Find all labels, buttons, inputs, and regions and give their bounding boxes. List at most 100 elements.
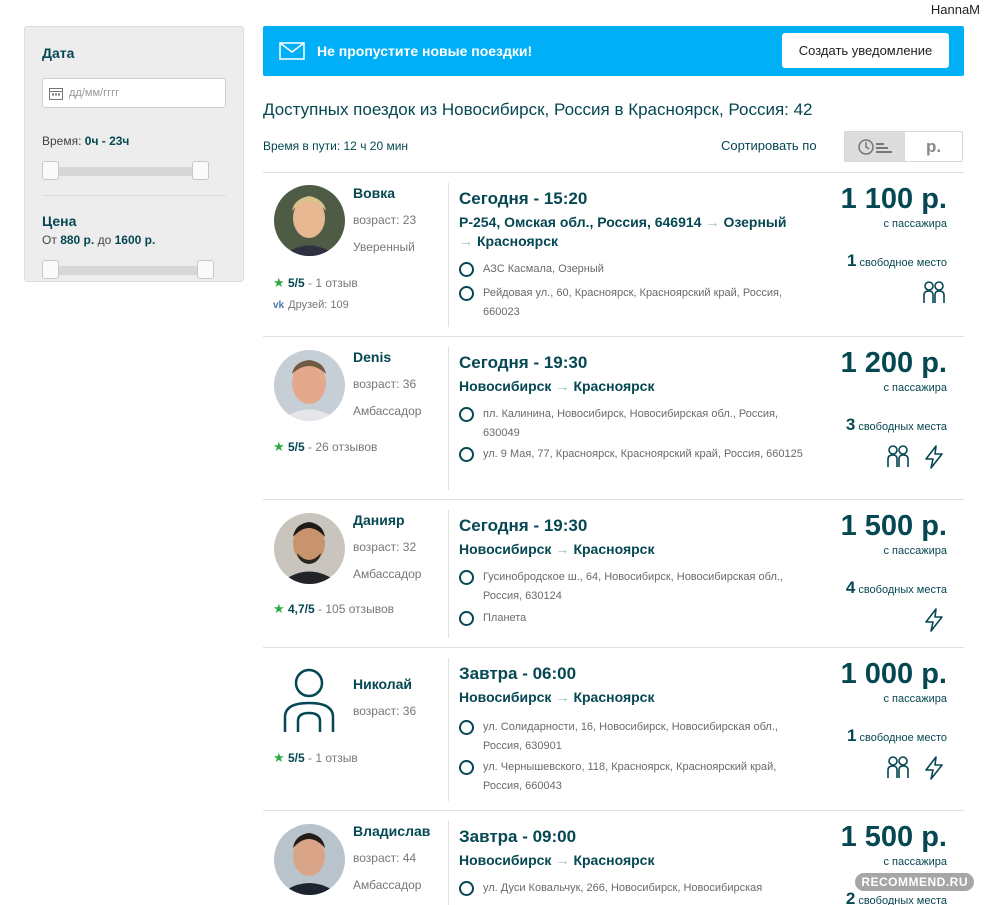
- trip-card[interactable]: Данияр возраст: 32 Амбассадор ★ 4,7/5 - …: [263, 499, 964, 647]
- driver-name: Николай: [353, 676, 413, 692]
- divider: [448, 183, 449, 327]
- trip-price: 1 000 р.: [840, 658, 947, 690]
- trip-price: 1 500 р.: [840, 821, 947, 853]
- arrow-right-icon: →: [705, 214, 720, 230]
- time-slider-max-handle[interactable]: [192, 161, 209, 180]
- date-placeholder: дд/мм/гггг: [69, 87, 120, 99]
- circle-icon: [459, 611, 474, 626]
- star-icon: ★: [273, 275, 285, 290]
- price-range-label: От 880 р. до 1600 р.: [42, 233, 156, 247]
- arrow-right-icon: →: [555, 689, 570, 705]
- dropoff-point: Планета: [459, 609, 809, 628]
- driver-name: Denis: [353, 349, 392, 365]
- circle-icon: [459, 760, 474, 775]
- star-icon: ★: [273, 439, 285, 454]
- sort-label: Сортировать по: [721, 138, 817, 153]
- trip-features: [921, 607, 947, 633]
- driver-age: возраст: 32: [353, 540, 417, 554]
- free-seats: 3 свободных места: [845, 415, 947, 434]
- star-icon: ★: [273, 750, 285, 765]
- driver-rating: ★ 5/5 - 1 отзыв: [273, 750, 358, 765]
- trip-price: 1 500 р.: [840, 510, 947, 542]
- clock-icon: [858, 138, 892, 155]
- driver-level: Уверенный: [353, 240, 415, 254]
- circle-icon: [459, 881, 474, 896]
- time-slider-track: [47, 167, 206, 176]
- circle-icon: [459, 407, 474, 422]
- circle-icon: [459, 286, 474, 301]
- alert-banner: Не пропустите новые поездки! Создать уве…: [263, 26, 964, 76]
- lightning-icon: [925, 608, 943, 632]
- driver-age: возраст: 36: [353, 377, 417, 391]
- arrow-right-icon: →: [459, 233, 473, 249]
- free-seats: 4 свободных места: [845, 578, 947, 597]
- sort-toggle: р.: [844, 131, 963, 162]
- route: Новосибирск → Красноярск: [459, 689, 655, 705]
- free-seats: 2 свободных места: [845, 889, 947, 905]
- price-per-passenger: с пассажира: [883, 218, 948, 230]
- time-slider-min-handle[interactable]: [42, 161, 59, 180]
- price-slider[interactable]: [42, 260, 226, 282]
- trip-features: [885, 444, 947, 470]
- two-passengers-icon: [887, 756, 909, 778]
- trip-features: [921, 280, 947, 306]
- results-heading: Доступных поездок из Новосибирск, Россия…: [263, 100, 813, 119]
- dropoff-point: Рейдовая ул., 60, Красноярск, Красноярск…: [459, 284, 809, 322]
- price-per-passenger: с пассажира: [883, 545, 948, 557]
- username: HannaM: [930, 2, 980, 17]
- time-slider[interactable]: [42, 161, 226, 183]
- price-slider-track: [47, 266, 206, 275]
- driver-age: возраст: 36: [353, 704, 417, 718]
- price-per-passenger: с пассажира: [883, 856, 948, 868]
- arrow-right-icon: →: [555, 378, 570, 394]
- time-filter-label: Время: 0ч - 23ч: [42, 134, 130, 148]
- free-seats: 1 свободное место: [847, 726, 947, 745]
- trip-card[interactable]: Владислав возраст: 44 Амбассадор Завтра …: [263, 810, 964, 905]
- driver-level: Амбассадор: [353, 404, 422, 418]
- trip-features: [885, 755, 947, 781]
- trip-card[interactable]: Николай возраст: 36 ★ 5/5 - 1 отзыв Завт…: [263, 647, 964, 810]
- driver-name: Данияр: [353, 512, 405, 528]
- departure-time: Сегодня - 15:20: [459, 189, 588, 208]
- price-filter-title: Цена: [42, 213, 77, 229]
- driver-age: возраст: 23: [353, 213, 417, 227]
- pickup-point: АЗС Касмала, Озерный: [459, 260, 809, 279]
- departure-time: Сегодня - 19:30: [459, 516, 588, 535]
- watermark-logo: RECOMMEND.RU: [855, 873, 974, 891]
- date-filter-title: Дата: [42, 45, 75, 61]
- departure-time: Завтра - 06:00: [459, 664, 577, 683]
- avatar: [274, 513, 345, 584]
- two-passengers-icon: [923, 281, 945, 303]
- route: Новосибирск → Красноярск: [459, 378, 655, 394]
- driver-rating: ★ 5/5 - 26 отзывов: [273, 439, 378, 454]
- two-passengers-icon: [887, 445, 909, 467]
- arrow-right-icon: →: [555, 852, 570, 868]
- divider: [42, 195, 226, 196]
- driver-rating: ★ 4,7/5 - 105 отзывов: [273, 601, 395, 616]
- trip-price: 1 200 р.: [840, 347, 947, 379]
- calendar-icon: [49, 87, 63, 100]
- sort-by-price-button[interactable]: р.: [905, 132, 962, 161]
- departure-time: Завтра - 09:00: [459, 827, 577, 846]
- avatar: [274, 185, 345, 256]
- driver-level: Амбассадор: [353, 567, 422, 581]
- driver-rating: ★ 5/5 - 1 отзыв: [273, 275, 358, 290]
- price-per-passenger: с пассажира: [883, 693, 948, 705]
- date-input[interactable]: дд/мм/гггг: [42, 78, 226, 108]
- divider: [448, 510, 449, 638]
- price-slider-max-handle[interactable]: [197, 260, 214, 279]
- sort-by-time-button[interactable]: [845, 132, 905, 161]
- banner-text: Не пропустите новые поездки!: [317, 43, 533, 59]
- trip-price: 1 100 р.: [840, 183, 947, 215]
- circle-icon: [459, 447, 474, 462]
- avatar: [274, 824, 345, 895]
- create-alert-button[interactable]: Создать уведомление: [782, 33, 949, 68]
- avatar: [274, 350, 345, 421]
- envelope-icon: [279, 42, 305, 60]
- star-icon: ★: [273, 601, 285, 616]
- arrow-right-icon: →: [555, 541, 570, 557]
- trip-card[interactable]: Вовка возраст: 23 Уверенный ★ 5/5 - 1 от…: [263, 172, 964, 336]
- price-slider-min-handle[interactable]: [42, 260, 59, 279]
- driver-name: Вовка: [353, 185, 396, 201]
- trip-card[interactable]: Denis возраст: 36 Амбассадор ★ 5/5 - 26 …: [263, 336, 964, 499]
